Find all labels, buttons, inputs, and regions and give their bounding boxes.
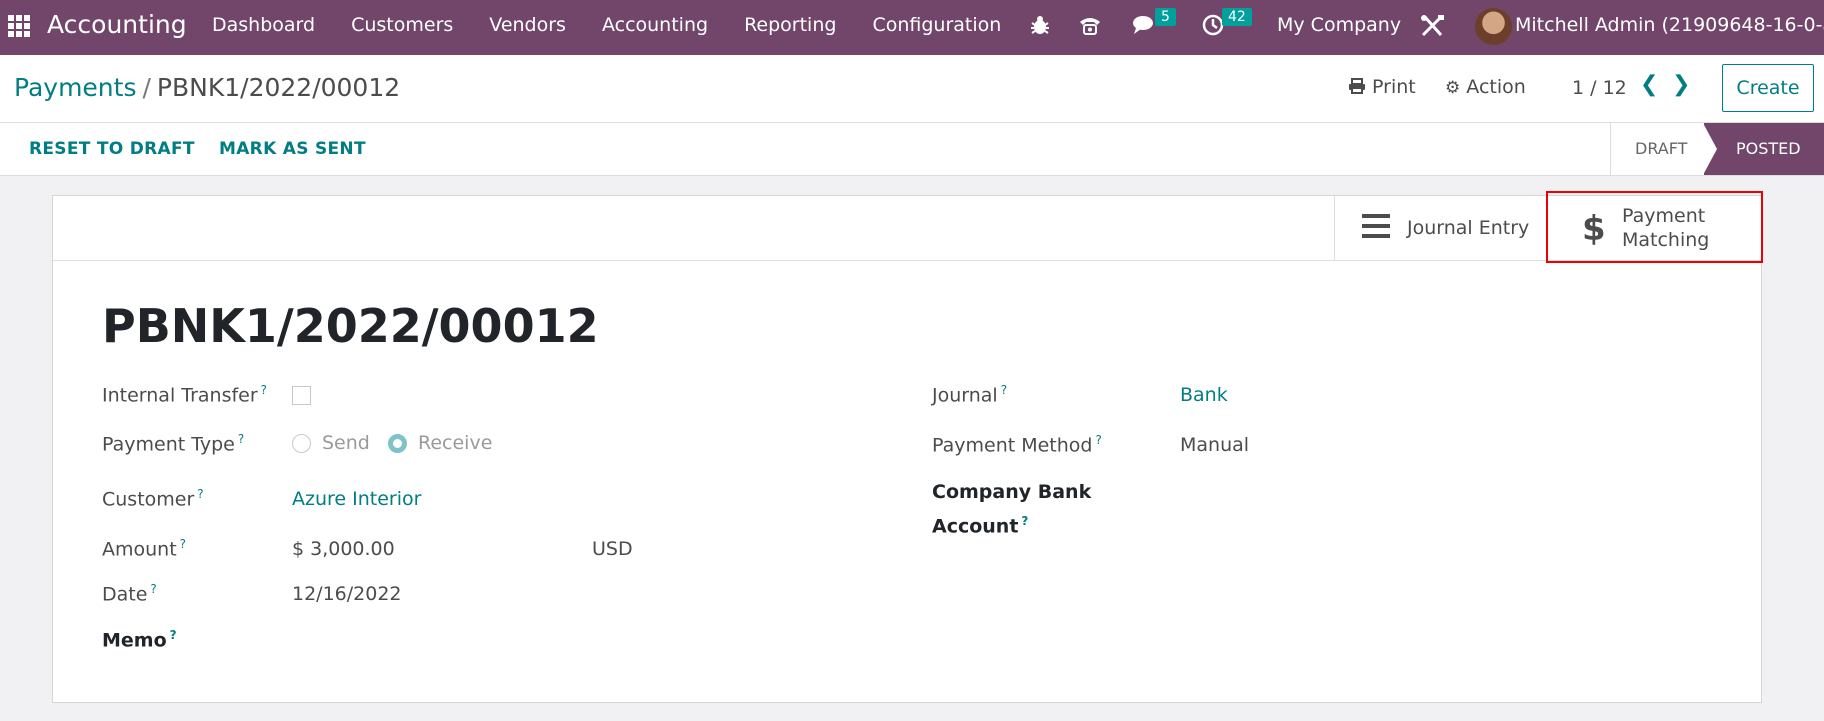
phone-icon[interactable] (1078, 14, 1102, 42)
company-bank-account-label: Company Bank Account? (932, 481, 1092, 538)
activities-badge: 42 (1222, 8, 1252, 26)
breadcrumb-separator: / (142, 73, 151, 102)
breadcrumb-payments[interactable]: Payments (14, 73, 136, 102)
activity-clock-icon[interactable] (1202, 14, 1224, 42)
form-sheet: Journal Entry $ Payment Matching PBNK1/2… (52, 191, 1763, 703)
menu-reporting[interactable]: Reporting (744, 14, 836, 36)
amount-value[interactable]: $ 3,000.00 (292, 538, 395, 560)
stage-posted[interactable]: POSTED (1703, 123, 1824, 175)
bars-icon (1362, 214, 1390, 240)
journal-entry-label: Journal Entry (1407, 217, 1530, 239)
menu-vendors[interactable]: Vendors (489, 14, 566, 36)
date-value[interactable]: 12/16/2022 (292, 583, 402, 605)
gear-icon: ⚙ (1445, 78, 1461, 98)
journal-entry-button[interactable]: Journal Entry (1334, 196, 1546, 261)
mark-as-sent-button[interactable]: MARK AS SENT (219, 139, 366, 159)
payment-method-label: Payment Method? (932, 433, 1102, 457)
user-avatar[interactable] (1475, 8, 1512, 45)
tools-icon[interactable] (1420, 14, 1446, 44)
breadcrumb-current: PBNK1/2022/00012 (156, 73, 401, 102)
apps-menu-icon[interactable] (8, 15, 30, 37)
company-switcher[interactable]: My Company (1277, 14, 1401, 36)
control-panel: Payments / PBNK1/2022/00012 Print ⚙ Action… (0, 55, 1824, 123)
printer-icon (1349, 78, 1365, 94)
app-name[interactable]: Accounting (47, 10, 187, 39)
internal-transfer-checkbox[interactable] (292, 386, 311, 405)
create-button[interactable]: Create (1722, 64, 1814, 112)
customer-value[interactable]: Azure Interior (292, 488, 421, 510)
amount-label: Amount? (102, 537, 187, 561)
action-label: Action (1466, 76, 1526, 98)
pager-previous-icon[interactable]: ❮ (1640, 72, 1658, 97)
memo-label: Memo? (102, 628, 177, 652)
messages-badge: 5 (1155, 8, 1176, 26)
payment-type-label: Payment Type? (102, 432, 245, 456)
breadcrumb: Payments / PBNK1/2022/00012 (14, 73, 400, 102)
record-title: PBNK1/2022/00012 (102, 299, 599, 353)
menu-customers[interactable]: Customers (351, 14, 453, 36)
button-box: Journal Entry $ Payment Matching (53, 191, 1763, 263)
payment-matching-button[interactable]: $ Payment Matching (1546, 191, 1763, 263)
payment-matching-label-line2: Matching (1622, 229, 1710, 251)
pager-value[interactable]: 1 / 12 (1572, 77, 1627, 99)
payment-method-value[interactable]: Manual (1180, 434, 1249, 456)
menu-dashboard[interactable]: Dashboard (212, 14, 315, 36)
status-bar: RESET TO DRAFT MARK AS SENT DRAFT POSTED (0, 123, 1824, 176)
customer-label: Customer? (102, 487, 204, 511)
payment-type-receive-label: Receive (418, 432, 493, 454)
reset-to-draft-button[interactable]: RESET TO DRAFT (29, 139, 195, 159)
journal-label: Journal? (932, 383, 1008, 407)
journal-value[interactable]: Bank (1180, 384, 1228, 406)
payment-type-send-radio[interactable] (292, 434, 311, 453)
menu-configuration[interactable]: Configuration (872, 14, 1001, 36)
currency-value[interactable]: USD (592, 538, 633, 560)
print-label: Print (1372, 76, 1416, 98)
payment-matching-label: Payment Matching (1622, 204, 1742, 252)
messages-icon[interactable] (1132, 14, 1156, 42)
payment-matching-label-line1: Payment (1622, 205, 1706, 227)
main-menu: Dashboard Customers Vendors Accounting R… (212, 14, 1037, 36)
top-navbar: Accounting Dashboard Customers Vendors A… (0, 0, 1824, 55)
pager-next-icon[interactable]: ❯ (1672, 72, 1690, 97)
debug-bug-icon[interactable] (1030, 14, 1050, 42)
date-label: Date? (102, 582, 157, 606)
status-stages: DRAFT POSTED (1610, 123, 1824, 175)
menu-accounting[interactable]: Accounting (602, 14, 708, 36)
print-button[interactable]: Print (1348, 76, 1416, 98)
dollar-icon: $ (1582, 209, 1606, 249)
stage-draft[interactable]: DRAFT (1610, 123, 1704, 175)
payment-type-send-label: Send (322, 432, 370, 454)
payment-type-receive-radio[interactable] (388, 434, 407, 453)
user-menu[interactable]: Mitchell Admin (21909648-16-0-all) (1515, 14, 1824, 36)
action-button[interactable]: ⚙ Action (1445, 76, 1526, 98)
internal-transfer-label: Internal Transfer? (102, 383, 268, 407)
